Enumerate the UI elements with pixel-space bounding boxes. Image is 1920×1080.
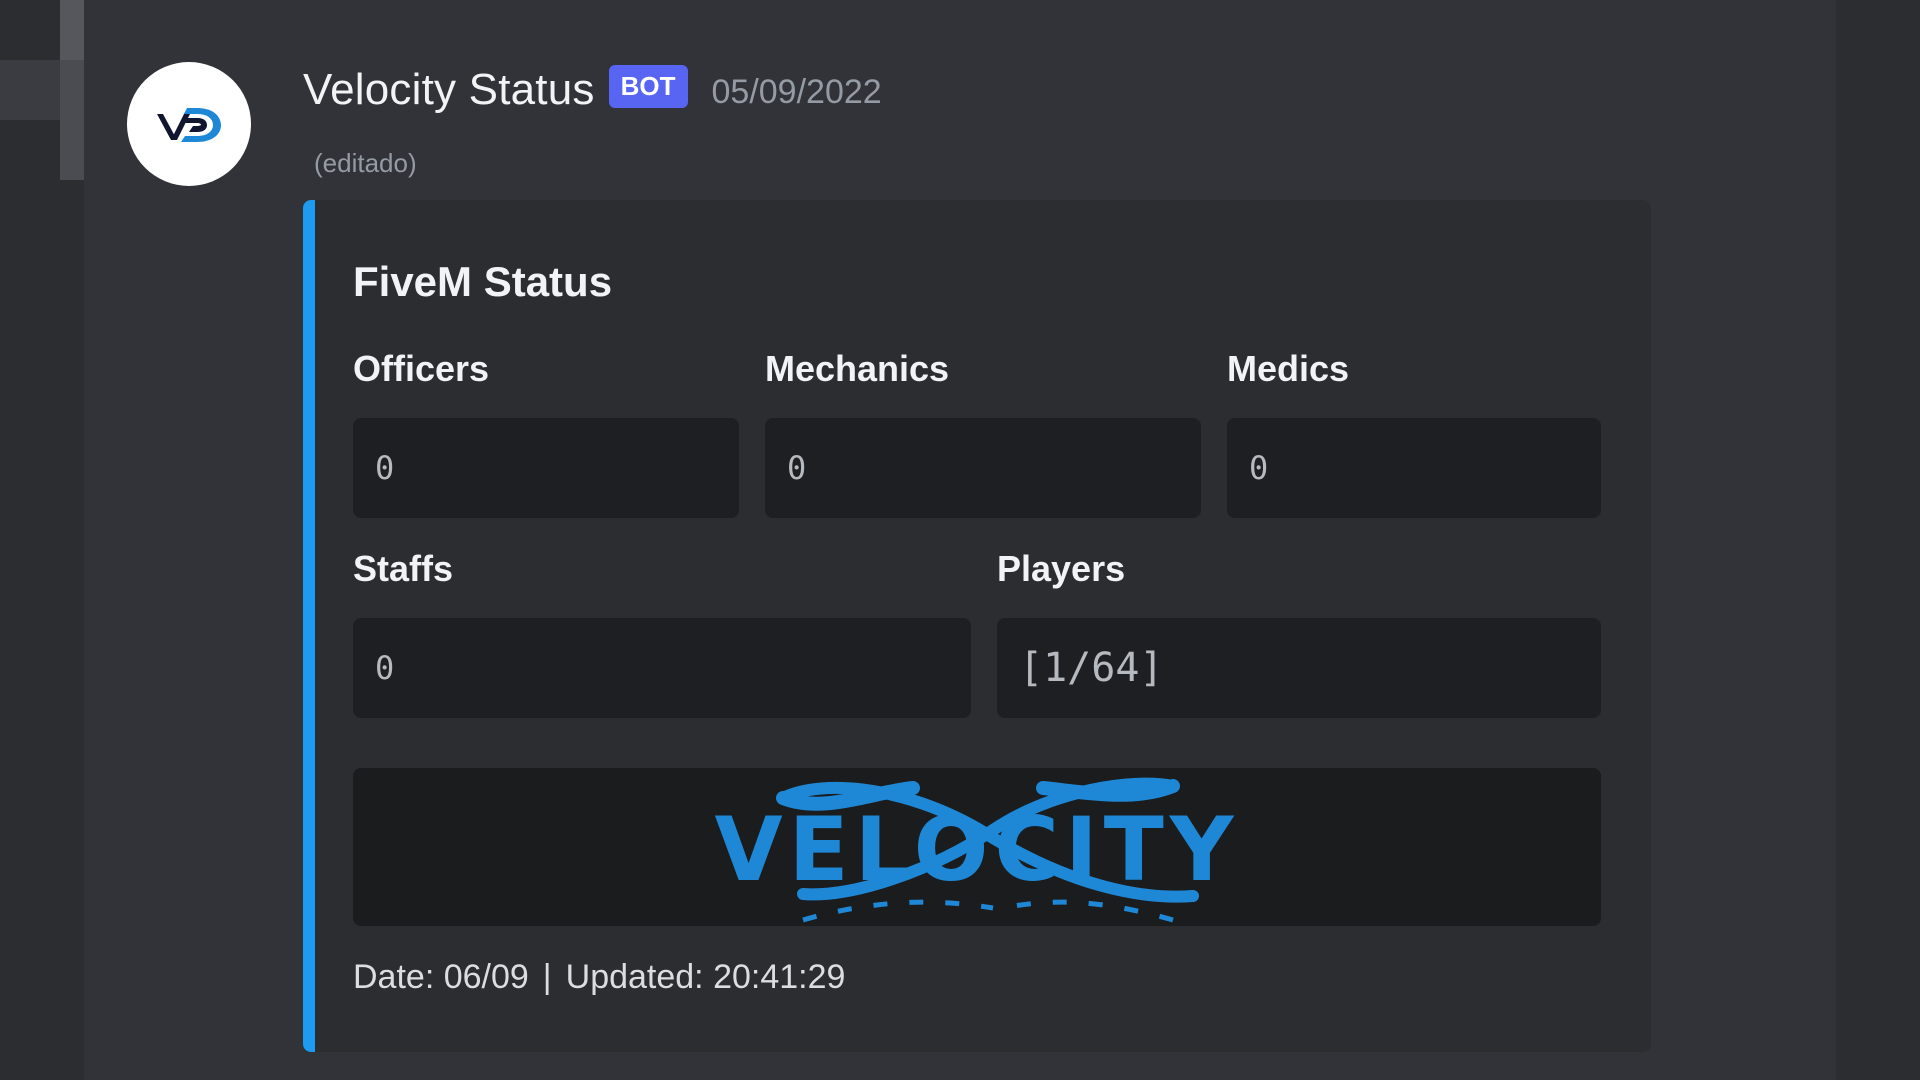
member-list-edge [1836, 0, 1920, 1080]
field-name-players: Players [997, 548, 1126, 589]
bot-badge: BOT [608, 64, 688, 108]
field-name-officers: Officers [353, 348, 490, 389]
velocity-logo-icon: VELOCITY [714, 777, 1239, 923]
footer-separator: | [542, 958, 552, 996]
field-value-mechanics: 0 [765, 418, 1201, 518]
scrollbar-thumb[interactable] [60, 0, 84, 60]
discord-window: Velocity Status BOT 05/09/2022 (editado)… [0, 0, 1920, 1080]
author-name[interactable]: Velocity Status [303, 65, 595, 115]
message-timestamp: 05/09/2022 [711, 72, 882, 111]
field-name-mechanics: Mechanics [765, 348, 950, 389]
embed-title: FiveM Status [353, 258, 613, 305]
footer-updated: Updated: 20:41:29 [565, 958, 846, 996]
chat-area: Velocity Status BOT 05/09/2022 (editado)… [84, 0, 1836, 1080]
banner-logo-text: VELOCITY [714, 798, 1239, 901]
field-value-officers: 0 [353, 418, 739, 518]
field-value-staffs: 0 [353, 618, 971, 718]
field-name-staffs: Staffs [353, 548, 454, 589]
status-embed: FiveM Status Officers 0 Mechanics 0 Medi… [303, 200, 1651, 1052]
channel-sidebar-edge [0, 0, 84, 1080]
footer-date: Date: 06/09 [353, 958, 529, 996]
embed-image-velocity-logo[interactable]: VELOCITY [353, 768, 1601, 926]
field-value-medics: 0 [1227, 418, 1601, 518]
avatar[interactable] [127, 62, 251, 186]
vd-logo-icon [157, 108, 221, 142]
message-header: Velocity Status BOT 05/09/2022 [303, 60, 882, 120]
embed-accent-bar [303, 200, 315, 1052]
field-value-players: [1/64] [997, 618, 1601, 718]
embed-footer: Date: 06/09 | Updated: 20:41:29 [353, 958, 845, 997]
field-name-medics: Medics [1227, 348, 1350, 389]
edited-label: (editado) [314, 148, 417, 178]
